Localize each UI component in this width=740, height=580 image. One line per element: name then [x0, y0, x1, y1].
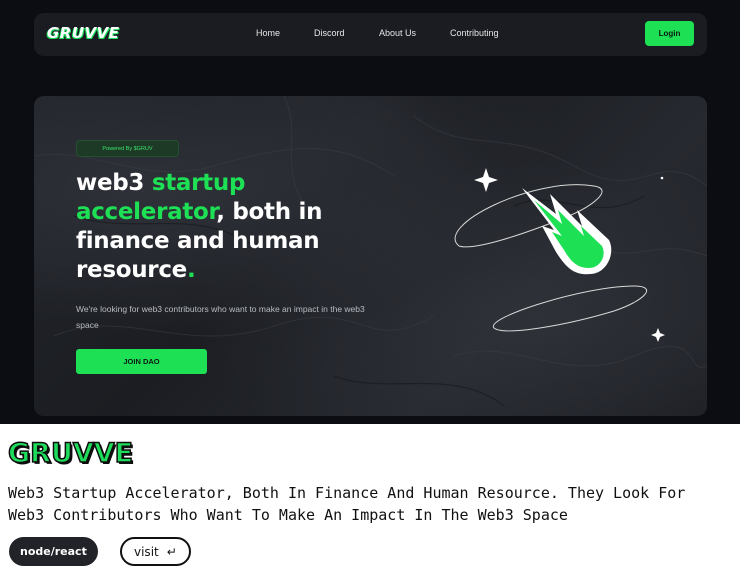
nav-link-contributing[interactable]: Contributing — [450, 28, 499, 38]
powered-by-badge: Powered By $GRUV — [76, 140, 179, 157]
comet-icon — [522, 188, 612, 275]
hero-section: Powered By $GRUV web3 startup accelerato… — [34, 96, 707, 416]
visit-button[interactable]: visit ↵ — [120, 537, 191, 566]
sparkle-icon — [651, 328, 665, 342]
project-description: Web3 Startup Accelerator, Both In Financ… — [8, 484, 686, 524]
orbit-ring-icon — [492, 285, 648, 332]
project-logo: GRUVVE — [7, 437, 134, 470]
star-dot-icon — [660, 176, 664, 180]
project-card: GRUVVE Web3 Startup Accelerator, Both In… — [0, 424, 740, 580]
nav-logo[interactable]: GRUVVE — [47, 24, 120, 42]
website-preview: GRUVVE Home Discord About Us Contributin… — [0, 0, 740, 424]
join-dao-button[interactable]: JOIN DAO — [76, 349, 207, 374]
hero-headline: web3 startup accelerator, both in financ… — [76, 169, 366, 285]
nav-link-home[interactable]: Home — [256, 28, 280, 38]
navbar: GRUVVE Home Discord About Us Contributin… — [34, 13, 707, 56]
visit-label: visit — [134, 544, 159, 559]
nav-link-about-us[interactable]: About Us — [379, 28, 416, 38]
headline-part1: web3 — [76, 170, 152, 196]
nav-link-discord[interactable]: Discord — [314, 28, 345, 38]
sparkle-icon — [474, 168, 498, 192]
return-arrow-icon: ↵ — [166, 544, 177, 559]
headline-period: . — [186, 257, 196, 283]
hero-subtitle: We're looking for web3 contributors who … — [76, 304, 365, 330]
comet-illustration — [454, 168, 665, 342]
tech-tag: node/react — [9, 537, 98, 566]
login-button[interactable]: Login — [645, 21, 694, 46]
